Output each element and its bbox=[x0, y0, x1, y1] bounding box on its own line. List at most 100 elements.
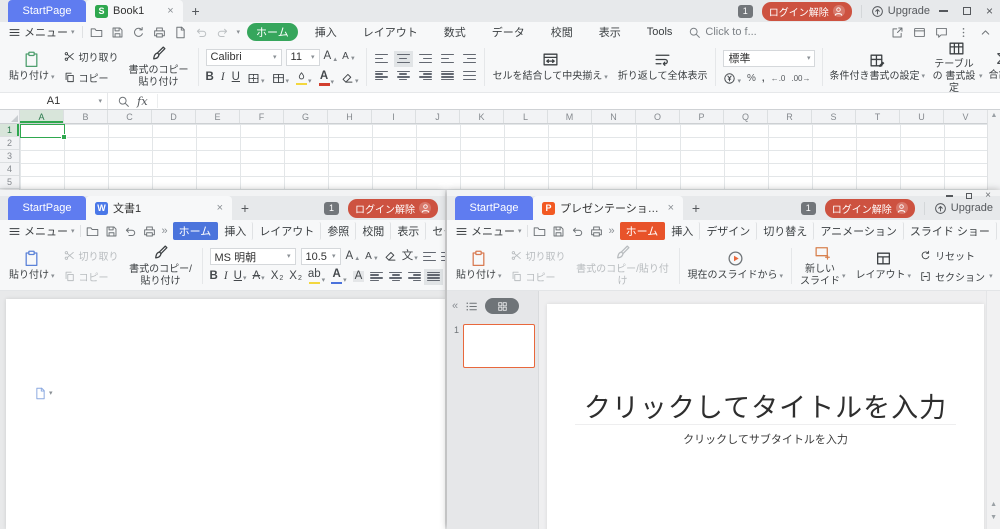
tab-home[interactable]: ホーム bbox=[247, 23, 298, 41]
row-header[interactable]: 3 bbox=[0, 150, 19, 163]
column-header[interactable]: A bbox=[20, 110, 64, 123]
print-icon[interactable] bbox=[590, 225, 603, 238]
save-icon[interactable] bbox=[552, 225, 565, 238]
highlight-button[interactable]: ab▾ bbox=[308, 269, 325, 284]
align-right-button[interactable] bbox=[408, 272, 421, 282]
align-middle-button[interactable] bbox=[397, 54, 410, 64]
font-color-button[interactable]: A▾ bbox=[331, 269, 347, 284]
wr-startpage-tab[interactable]: StartPage bbox=[8, 196, 86, 220]
column-header[interactable]: S bbox=[812, 110, 856, 123]
restore-button[interactable] bbox=[963, 7, 971, 15]
decrease-font-button[interactable]: A▼ bbox=[342, 52, 356, 62]
maximize-button[interactable] bbox=[966, 193, 972, 199]
main-menu-button[interactable]: メニュー▾ bbox=[455, 223, 522, 239]
row-header[interactable]: 1 bbox=[0, 124, 19, 137]
active-cell-selection[interactable] bbox=[20, 124, 65, 138]
new-tab-button[interactable]: + bbox=[232, 197, 258, 219]
font-size-select[interactable]: 10.5▾ bbox=[301, 248, 341, 265]
superscript-button[interactable]: X2 bbox=[271, 271, 284, 283]
italic-button[interactable]: I bbox=[221, 72, 225, 84]
new-tab-button[interactable]: + bbox=[683, 197, 709, 219]
print-icon[interactable] bbox=[153, 26, 166, 39]
close-button[interactable]: × bbox=[985, 191, 991, 201]
pp-vertical-scrollbar[interactable] bbox=[986, 291, 1000, 529]
phonetic-guide-button[interactable]: 文▾ bbox=[402, 251, 418, 263]
clear-format-button[interactable]: ▾ bbox=[341, 72, 359, 85]
cut-button[interactable]: 切り取り bbox=[64, 49, 119, 64]
select-all-corner[interactable] bbox=[0, 110, 20, 123]
align-left-button[interactable] bbox=[370, 272, 383, 282]
login-status-button[interactable]: ログイン解除 bbox=[762, 2, 852, 21]
merge-center-button[interactable]: セルを結合して中央揃え▾ bbox=[488, 42, 613, 92]
close-button[interactable]: × bbox=[986, 6, 993, 16]
cell-style-button[interactable]: ▾ bbox=[272, 72, 290, 85]
undo-icon[interactable] bbox=[124, 225, 137, 238]
sum-button[interactable]: Σ 合計▾ bbox=[986, 42, 1000, 92]
tab-review[interactable]: 校閲 bbox=[542, 23, 582, 41]
tab-design[interactable]: デザイン bbox=[700, 222, 757, 240]
font-size-select[interactable]: 11▾ bbox=[286, 49, 320, 66]
font-name-select[interactable]: Calibri▾ bbox=[206, 49, 282, 66]
thumbnail-view-toggle[interactable] bbox=[485, 298, 519, 314]
align-center-button[interactable] bbox=[389, 272, 402, 282]
tab-view[interactable]: 表示 bbox=[391, 222, 426, 240]
reset-button[interactable]: リセット bbox=[920, 248, 993, 263]
font-name-select[interactable]: MS 明朝▾ bbox=[210, 248, 296, 265]
underline-button[interactable]: U▾ bbox=[234, 271, 247, 283]
paste-button[interactable]: 貼り付け▾ bbox=[4, 42, 60, 92]
column-header[interactable]: T bbox=[856, 110, 900, 123]
italic-button[interactable]: I bbox=[224, 271, 228, 283]
column-header[interactable]: Q bbox=[724, 110, 768, 123]
wrap-text-button[interactable]: 折り返して全体表示 bbox=[613, 42, 713, 92]
slide-title-placeholder[interactable]: クリックしてタイトルを入力 bbox=[547, 386, 984, 425]
cut-button[interactable]: 切り取り bbox=[511, 248, 566, 263]
pp-document-tab[interactable]: P プレゼンテーション1 × bbox=[533, 196, 683, 220]
bullet-list-button[interactable] bbox=[423, 252, 436, 262]
copy-button[interactable]: コピー bbox=[64, 269, 119, 284]
tab-view[interactable]: 表示 bbox=[590, 23, 630, 41]
justify-button[interactable] bbox=[441, 71, 454, 81]
column-header[interactable]: E bbox=[196, 110, 240, 123]
paste-options-floatie[interactable]: ▾ bbox=[34, 387, 53, 400]
align-center-button[interactable] bbox=[397, 71, 410, 81]
align-top-button[interactable] bbox=[375, 54, 388, 64]
row-header[interactable]: 4 bbox=[0, 163, 19, 176]
align-left-button[interactable] bbox=[375, 71, 388, 81]
column-header[interactable]: U bbox=[900, 110, 944, 123]
decrease-decimal-button[interactable]: .00→ bbox=[791, 74, 810, 83]
tab-insert[interactable]: 挿入 bbox=[306, 23, 346, 41]
main-menu-button[interactable]: メニュー▾ bbox=[8, 223, 75, 239]
more-quick-icons[interactable]: » bbox=[609, 225, 615, 237]
formula-input[interactable] bbox=[158, 93, 1000, 109]
slide-canvas[interactable]: クリックしてタイトルを入力 クリックしてサブタイトルを入力 bbox=[547, 304, 984, 529]
paste-button[interactable]: 貼り付け▾ bbox=[451, 242, 507, 290]
column-header[interactable]: J bbox=[416, 110, 460, 123]
redo-icon[interactable] bbox=[216, 26, 229, 39]
column-header[interactable]: K bbox=[460, 110, 504, 123]
column-header[interactable]: I bbox=[372, 110, 416, 123]
tab-home[interactable]: ホーム bbox=[620, 222, 666, 240]
underline-button[interactable]: U bbox=[232, 72, 240, 84]
new-tab-button[interactable]: + bbox=[183, 0, 209, 22]
row-header[interactable]: 2 bbox=[0, 137, 19, 150]
format-painter-button[interactable]: 書式のコピー/貼り付け bbox=[570, 242, 676, 290]
pp-startpage-tab[interactable]: StartPage bbox=[455, 196, 533, 220]
tab-section[interactable]: セクション bbox=[426, 222, 445, 240]
more-quick-icons[interactable]: » bbox=[162, 225, 168, 237]
name-box[interactable]: A1▾ bbox=[0, 93, 108, 109]
column-header[interactable]: C bbox=[108, 110, 152, 123]
slide-subtitle-placeholder[interactable]: クリックしてサブタイトルを入力 bbox=[547, 431, 984, 447]
outline-view-icon[interactable] bbox=[465, 300, 478, 313]
column-header[interactable]: N bbox=[592, 110, 636, 123]
print-icon[interactable] bbox=[143, 225, 156, 238]
column-header[interactable]: G bbox=[284, 110, 328, 123]
login-status-button[interactable]: ログイン解除 bbox=[825, 199, 915, 218]
column-header[interactable]: P bbox=[680, 110, 724, 123]
upgrade-button[interactable]: Upgrade bbox=[934, 202, 993, 215]
percent-format-button[interactable]: % bbox=[747, 73, 756, 84]
collapse-panel-button[interactable]: « bbox=[452, 300, 458, 312]
save-icon[interactable] bbox=[105, 225, 118, 238]
bold-button[interactable]: B bbox=[210, 271, 218, 283]
char-shading-button[interactable]: A bbox=[353, 271, 365, 283]
window-count-badge[interactable]: 1 bbox=[738, 5, 753, 18]
